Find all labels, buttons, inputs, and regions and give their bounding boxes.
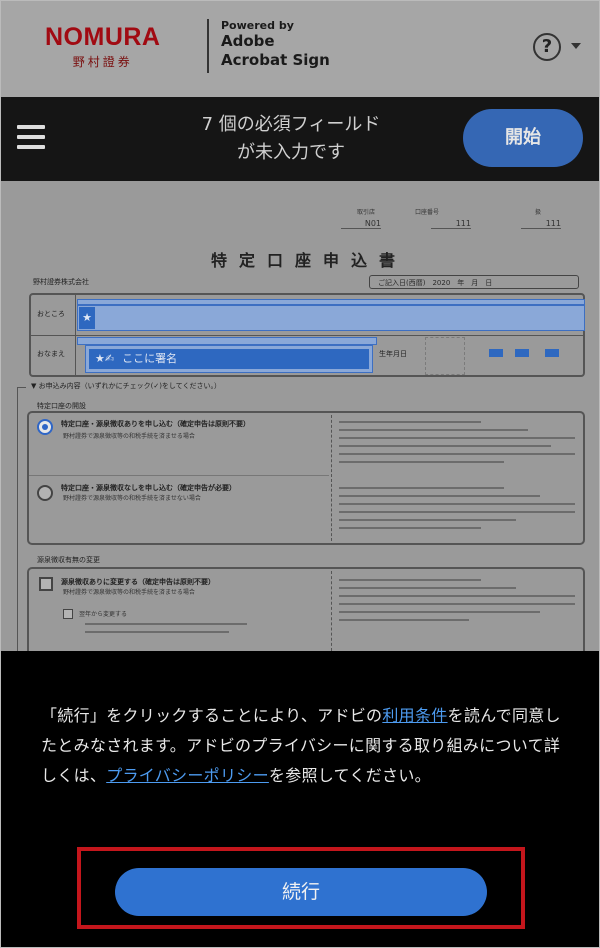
start-button[interactable]: 開始 bbox=[463, 109, 583, 167]
section1-notes-upper bbox=[339, 421, 575, 469]
section2-divider bbox=[331, 571, 332, 651]
section2-notes bbox=[339, 579, 575, 627]
section1-label: 特定口座の開設 bbox=[37, 402, 86, 410]
hamburger-menu-icon[interactable] bbox=[17, 125, 45, 155]
document-preview: 取引店 口座番号 扱 N01 111 111 特定口座申込書 野村證券株式会社 … bbox=[1, 181, 599, 657]
app-frame: NOMURA 野村證券 Powered by Adobe Acrobat Sig… bbox=[0, 0, 600, 948]
option4-notes bbox=[85, 623, 265, 639]
chevron-down-icon[interactable] bbox=[571, 43, 581, 49]
powered-by-label: Powered by bbox=[221, 19, 294, 32]
section1-rule bbox=[29, 475, 329, 476]
option1-sub: 野村證券で源泉徴収等の和税手続を済ませる場合 bbox=[63, 433, 195, 440]
status-line-1: 7 個の必須フィールド bbox=[201, 114, 381, 135]
product-name-line2: Acrobat Sign bbox=[221, 51, 330, 69]
logo-subtitle: 野村證券 bbox=[72, 55, 133, 69]
section-bracket bbox=[17, 387, 26, 652]
consent-text-3: を参照してください。 bbox=[268, 766, 431, 785]
option2-title: 特定口座・源泉徴収なしを申し込む（確定申告が必要） bbox=[61, 484, 236, 492]
meta-value-handler: 111 bbox=[521, 219, 561, 229]
section1-notes-lower bbox=[339, 487, 575, 535]
option3-sub: 野村證券で源泉徴収等の和税手続を済ませる場合 bbox=[63, 589, 195, 596]
meta-value-branch: N01 bbox=[341, 219, 381, 229]
apply-heading: ▼ お申込み内容（いずれかにチェック(✓)をしてください。） bbox=[31, 382, 222, 390]
birthdate-label: 生年月日 bbox=[379, 350, 407, 358]
meta-label-branch: 取引店 bbox=[357, 209, 376, 216]
section2-label: 源泉徴収有無の変更 bbox=[37, 556, 100, 564]
option4-checkbox[interactable] bbox=[63, 609, 73, 619]
powered-by-block: Powered by Adobe Acrobat Sign bbox=[207, 19, 330, 73]
date-field[interactable]: ご記入日(西暦) 2020 年 月 日 bbox=[369, 275, 579, 289]
option3-checkbox[interactable] bbox=[39, 577, 53, 591]
section1-divider bbox=[331, 415, 332, 541]
meta-label-handler: 扱 bbox=[535, 209, 542, 216]
sign-here-label: ここに署名 bbox=[122, 352, 178, 365]
signature-star-icon: ★✍ bbox=[95, 352, 115, 365]
document-title: 特定口座申込書 bbox=[211, 251, 408, 270]
option1-title: 特定口座・源泉徴収ありを申し込む（確定申告は原則不要） bbox=[61, 420, 250, 428]
birth-year-field[interactable] bbox=[489, 349, 503, 357]
logo-wordmark: NOMURA bbox=[45, 23, 161, 51]
status-line-2: が未入力です bbox=[237, 142, 345, 163]
meta-value-account: 111 bbox=[431, 219, 471, 229]
required-star-icon: ★ bbox=[79, 307, 95, 329]
name-kana-field[interactable] bbox=[77, 337, 377, 345]
option3-title: 源泉徴収ありに変更する（確定申告は原則不要） bbox=[61, 578, 215, 586]
option2-sub: 野村證券で源泉徴収等の和税手続を済ませない場合 bbox=[63, 495, 201, 502]
product-name-line1: Adobe bbox=[221, 32, 275, 50]
nomura-logo: NOMURA 野村證券 bbox=[45, 23, 161, 70]
privacy-policy-link[interactable]: プライバシーポリシー bbox=[106, 766, 269, 785]
era-selector[interactable] bbox=[425, 337, 465, 375]
consent-text-1: 「続行」をクリックすることにより、アドビの bbox=[41, 706, 383, 725]
continue-button[interactable]: 続行 bbox=[115, 868, 487, 916]
signature-field[interactable]: ★✍ ここに署名 bbox=[89, 349, 369, 369]
consent-text: 「続行」をクリックすることにより、アドビの利用条件を読んで同意したとみなされます… bbox=[41, 701, 561, 791]
help-icon[interactable]: ? bbox=[533, 33, 561, 61]
company-name: 野村證券株式会社 bbox=[33, 278, 89, 286]
address-field[interactable] bbox=[77, 305, 585, 331]
meta-label-account: 口座番号 bbox=[415, 209, 440, 216]
option4-title: 翌年から変更する bbox=[79, 611, 128, 618]
birth-month-field[interactable] bbox=[515, 349, 529, 357]
terms-link[interactable]: 利用条件 bbox=[382, 706, 447, 725]
name-label: おなまえ bbox=[37, 350, 65, 358]
birth-day-field[interactable] bbox=[545, 349, 559, 357]
required-fields-status: 7 個の必須フィールド が未入力です bbox=[151, 111, 431, 167]
option2-radio[interactable] bbox=[37, 485, 53, 501]
address-label: おところ bbox=[37, 310, 65, 318]
option1-radio[interactable] bbox=[37, 419, 53, 435]
